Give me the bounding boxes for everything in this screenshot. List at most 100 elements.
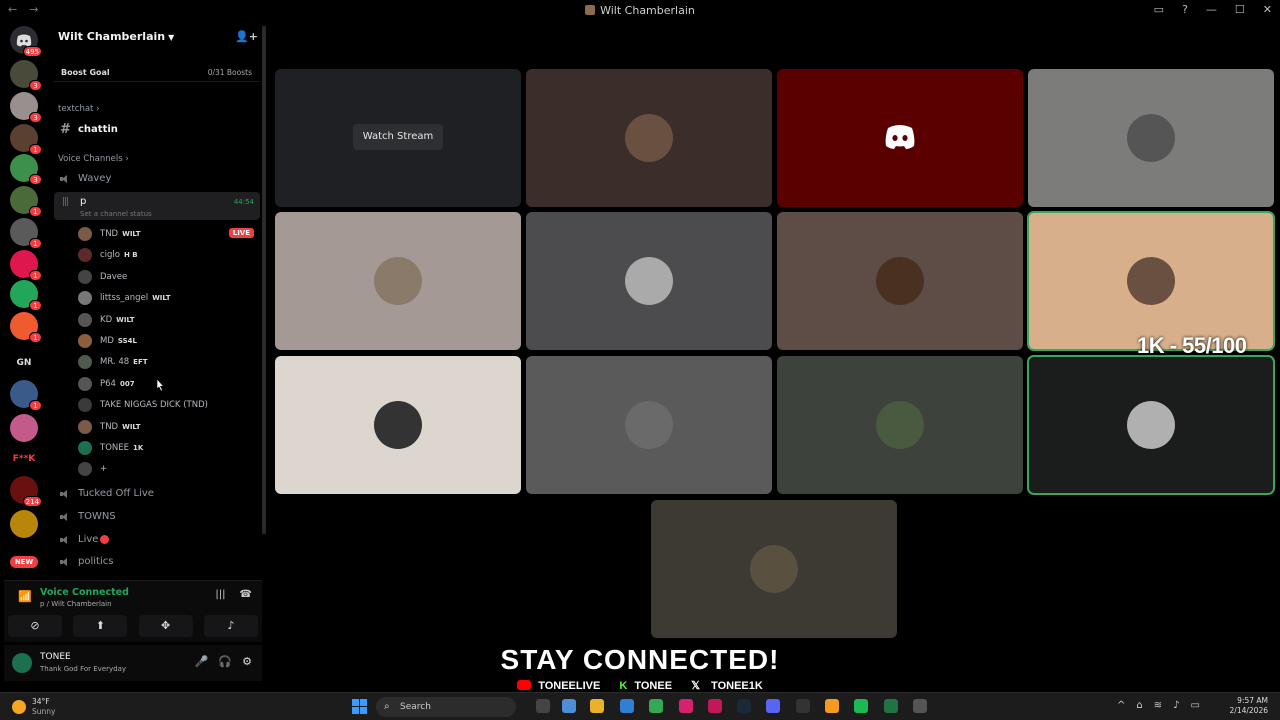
server-icon-8[interactable]: 1 (10, 280, 42, 311)
boost-goal[interactable]: Boost Goal 0/31 Boosts (54, 64, 260, 82)
participant-tile[interactable] (526, 69, 772, 207)
app-icon[interactable] (913, 699, 927, 713)
channel-scrollbar[interactable] (262, 26, 266, 534)
server-icon-12[interactable]: 214 (10, 476, 42, 507)
help-icon[interactable]: ? (1182, 3, 1188, 16)
voice-channel-p[interactable]: ||| p Set a channel status 44:54 (54, 192, 260, 220)
screen-share-button[interactable]: ⬆ (73, 615, 128, 637)
voice-connected-title[interactable]: Voice Connected (40, 587, 129, 598)
server-icon-7[interactable]: 1 (10, 250, 42, 281)
voice-member[interactable]: + (78, 460, 258, 478)
server-icon-13[interactable] (10, 510, 38, 538)
voice-member[interactable]: P64 007 (78, 375, 258, 393)
voice-member[interactable]: ciglo H B (78, 246, 258, 264)
voice-channel-tucked-off-live[interactable]: Tucked Off Live (60, 488, 154, 499)
home-button[interactable]: 495 (10, 26, 42, 57)
avatar (1127, 401, 1175, 449)
chevron-up-icon[interactable]: ^ (1117, 700, 1125, 711)
invite-icon[interactable]: 👤+ (235, 30, 258, 43)
participant-tile[interactable] (777, 69, 1023, 207)
mail-icon[interactable] (708, 699, 722, 713)
voice-connected-subtitle[interactable]: p / Wilt Chamberlain (40, 600, 112, 608)
participant-tile[interactable] (1027, 355, 1275, 495)
server-icon-5[interactable]: 1 (10, 186, 42, 217)
battery-icon[interactable]: ▭ (1191, 700, 1200, 711)
server-icon-gn[interactable]: GN (6, 358, 42, 368)
watch-stream-button[interactable]: Watch Stream (353, 124, 443, 150)
voice-member[interactable]: littss_angel WILT (78, 289, 258, 307)
wifi-icon[interactable]: ≋ (1154, 700, 1162, 711)
server-icon-3[interactable]: 1 (10, 124, 42, 155)
voice-channel-wavey[interactable]: Wavey (60, 173, 111, 184)
category-textchat[interactable]: textchat › (58, 104, 100, 114)
excel-icon[interactable] (884, 699, 898, 713)
obs-icon[interactable] (796, 699, 810, 713)
channel-chattin[interactable]: # chattin (60, 122, 118, 137)
participant-tile[interactable] (275, 356, 521, 494)
close-button[interactable]: ✕ (1263, 3, 1272, 16)
member-name: ciglo (100, 250, 120, 261)
participant-tile[interactable] (1028, 69, 1274, 207)
app-icon[interactable] (679, 699, 693, 713)
server-icon-1[interactable]: 3 (10, 60, 42, 91)
participant-tile[interactable] (526, 212, 772, 350)
inbox-icon[interactable]: ▭ (1154, 3, 1164, 16)
voice-member[interactable]: MR. 48 EFT (78, 353, 258, 371)
server-icon-fk[interactable]: F**K (6, 454, 42, 464)
voice-member[interactable]: MD SS4L (78, 332, 258, 350)
noise-suppression-icon[interactable]: ||| (215, 589, 225, 600)
voice-member[interactable]: TND WILT (78, 418, 258, 436)
chrome-icon[interactable] (649, 699, 663, 713)
server-icon-9[interactable]: 1 (10, 312, 42, 343)
window-controls: ▭ ? — ☐ ✕ (1154, 3, 1272, 16)
server-icon-10[interactable]: 1 (10, 380, 42, 411)
member-tag: H B (124, 251, 138, 260)
server-icon-11[interactable] (10, 414, 38, 442)
participant-tile[interactable] (777, 212, 1023, 350)
server-icon-2[interactable]: 3 (10, 92, 42, 123)
member-name: Davee (100, 271, 128, 282)
system-clock[interactable]: 9:57 AM 2/14/2026 (1230, 696, 1268, 716)
volume-icon[interactable]: ♪ (1173, 700, 1179, 711)
signal-icon[interactable]: 📶 (18, 590, 32, 603)
voice-member[interactable]: Davee (78, 268, 258, 286)
participant-tile[interactable] (777, 356, 1023, 494)
discord-icon[interactable] (766, 699, 780, 713)
voice-member[interactable]: TND WILT LIVE (78, 225, 258, 243)
voice-member[interactable]: TONEE 1K (78, 439, 258, 457)
participant-tile[interactable]: Watch Stream (275, 69, 521, 207)
participant-tile[interactable] (275, 212, 521, 350)
voice-channel-towns[interactable]: TOWNS (60, 511, 116, 522)
folder-icon[interactable] (590, 699, 604, 713)
activities-button[interactable]: ✥ (138, 615, 193, 637)
copilot-icon[interactable] (562, 699, 576, 713)
voice-channel-politics[interactable]: politics (60, 556, 113, 567)
member-name: TND (100, 229, 119, 239)
file-icon[interactable] (536, 699, 550, 713)
network-icon[interactable]: ⌂ (1136, 700, 1142, 711)
voice-channel-live[interactable]: Live (60, 534, 110, 545)
maximize-button[interactable]: ☐ (1235, 3, 1245, 16)
windows-start-icon[interactable] (352, 699, 367, 714)
server-icon-6[interactable]: 1 (10, 218, 42, 249)
category-voice-channels[interactable]: Voice Channels › (58, 154, 129, 164)
edge-icon[interactable] (825, 699, 839, 713)
channel-sidebar: Wilt Chamberlain ▼ 👤+ Boost Goal 0/31 Boo… (50, 22, 265, 580)
disconnect-icon[interactable]: ☎ (240, 589, 252, 600)
voice-member[interactable]: TAKE NIGGAS DICK (TND) (78, 396, 258, 414)
taskbar-search[interactable]: ⌕ Search (376, 697, 516, 717)
participant-tile[interactable] (526, 356, 772, 494)
channel-status[interactable]: Set a channel status (80, 210, 152, 218)
soundboard-button[interactable]: ♪ (203, 615, 258, 637)
store-icon[interactable] (620, 699, 634, 713)
spotify-icon[interactable] (854, 699, 868, 713)
participant-tile[interactable] (651, 500, 897, 638)
steam-icon[interactable] (737, 699, 751, 713)
server-icon-4[interactable]: 3 (10, 154, 42, 185)
member-tag: WILT (116, 315, 135, 324)
camera-off-button[interactable]: ⊘ (8, 615, 62, 637)
minimize-button[interactable]: — (1206, 3, 1217, 16)
voice-member[interactable]: KD WILT (78, 311, 258, 329)
guild-header[interactable]: Wilt Chamberlain ▼ 👤+ (58, 30, 258, 46)
participant-tile[interactable] (1027, 211, 1275, 351)
